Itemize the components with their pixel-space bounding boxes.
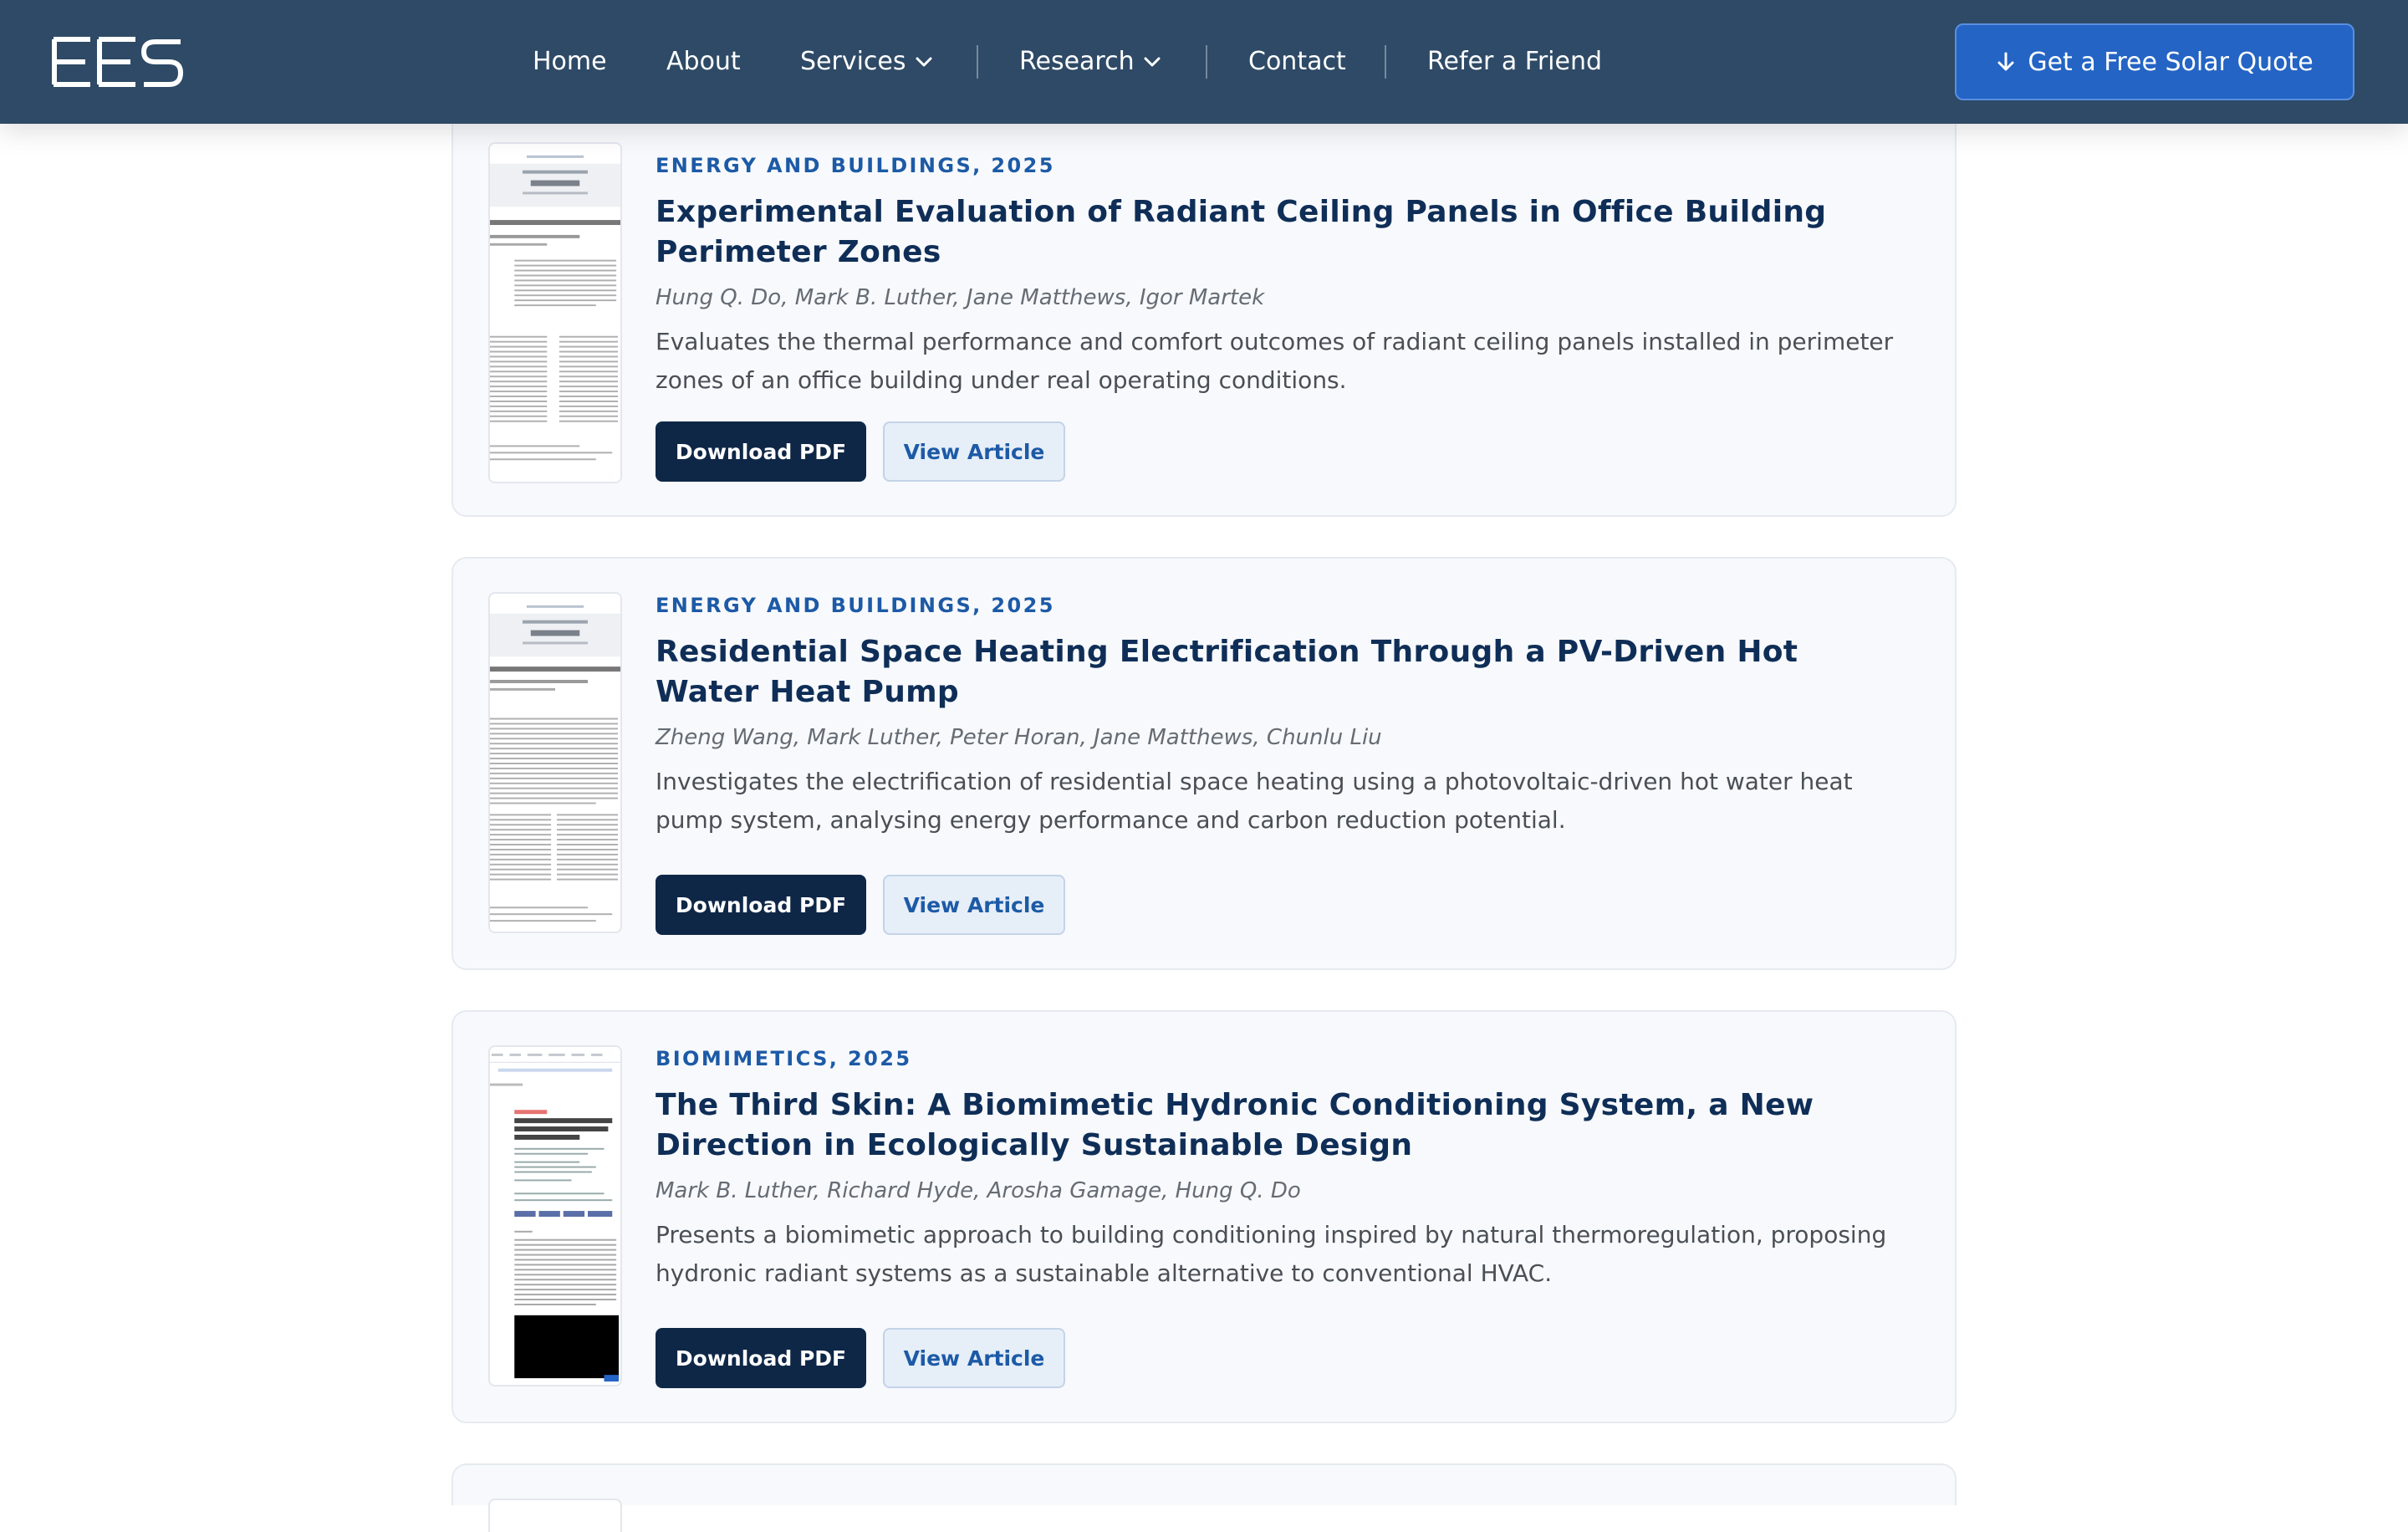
nav-divider — [977, 45, 978, 79]
arrow-down-icon — [1997, 52, 2014, 71]
article-journal: ENERGY AND BUILDINGS, 2025 — [656, 154, 1055, 177]
article-thumbnail[interactable] — [488, 592, 622, 933]
article-authors: Mark B. Luther, Richard Hyde, Arosha Gam… — [656, 1178, 1301, 1203]
nav-about[interactable]: About — [666, 43, 741, 80]
article-actions: Download PDF View Article — [656, 875, 1065, 935]
article-authors: Zheng Wang, Mark Luther, Peter Horan, Ja… — [656, 725, 1382, 750]
get-solar-quote-button[interactable]: Get a Free Solar Quote — [1955, 23, 2354, 100]
paper-preview-image — [490, 594, 620, 932]
view-article-button[interactable]: View Article — [883, 1328, 1065, 1388]
article-body: ENERGY AND BUILDINGS, 2025 Residential S… — [656, 590, 1910, 840]
web-article-preview-image — [490, 1047, 620, 1385]
article-body: BIOMIMETICS, 2025 The Third Skin: A Biom… — [656, 1044, 1910, 1293]
article-title[interactable]: Residential Space Heating Electrificatio… — [656, 632, 1910, 712]
nav-refer-label: Refer a Friend — [1427, 47, 1603, 76]
nav-divider — [1385, 45, 1386, 79]
ees-logo-mark — [52, 37, 184, 87]
article-actions: Download PDF View Article — [656, 1328, 1065, 1388]
article-card: BIOMIMETICS, 2025 The Third Skin: A Biom… — [452, 1010, 1956, 1423]
get-solar-quote-label: Get a Free Solar Quote — [2028, 47, 2314, 77]
ees-logo[interactable] — [52, 37, 184, 87]
article-thumbnail[interactable] — [488, 1045, 622, 1386]
nav-contact[interactable]: Contact — [1248, 43, 1346, 80]
view-article-button[interactable]: View Article — [883, 421, 1065, 482]
article-card: ENERGY AND BUILDINGS, 2025 Experimental … — [452, 94, 1956, 517]
article-description: Investigates the electrification of resi… — [656, 768, 1853, 834]
article-title[interactable]: Experimental Evaluation of Radiant Ceili… — [656, 192, 1910, 273]
article-thumbnail[interactable] — [488, 142, 622, 483]
nav-home-label: Home — [533, 47, 607, 76]
chevron-down-icon — [1144, 57, 1161, 67]
article-description: Presents a biomimetic approach to buildi… — [656, 1221, 1887, 1287]
article-description: Evaluates the thermal performance and co… — [656, 328, 1894, 394]
nav-contact-label: Contact — [1248, 47, 1346, 76]
nav-refer-a-friend[interactable]: Refer a Friend — [1427, 43, 1602, 80]
article-thumbnail[interactable] — [488, 1499, 622, 1532]
download-pdf-button[interactable]: Download PDF — [656, 1328, 866, 1388]
article-card — [452, 1463, 1956, 1532]
nav-research[interactable]: Research — [1019, 43, 1161, 80]
chevron-down-icon — [916, 57, 932, 67]
article-authors: Hung Q. Do, Mark B. Luther, Jane Matthew… — [656, 285, 1265, 310]
article-title[interactable]: The Third Skin: A Biomimetic Hydronic Co… — [656, 1085, 1910, 1166]
article-actions: Download PDF View Article — [656, 421, 1065, 482]
nav-services[interactable]: Services — [800, 43, 933, 80]
article-journal: BIOMIMETICS, 2025 — [656, 1047, 912, 1070]
view-article-button[interactable]: View Article — [883, 875, 1065, 935]
paper-preview-image — [490, 144, 620, 482]
nav-divider — [1206, 45, 1207, 79]
top-navbar: Home About Services Research Contact Ref… — [0, 0, 2408, 124]
nav-services-label: Services — [800, 47, 906, 76]
nav-home[interactable]: Home — [533, 43, 607, 80]
download-pdf-button[interactable]: Download PDF — [656, 875, 866, 935]
article-card: ENERGY AND BUILDINGS, 2025 Residential S… — [452, 557, 1956, 970]
nav-about-label: About — [666, 47, 741, 76]
download-pdf-button[interactable]: Download PDF — [656, 421, 866, 482]
nav-research-label: Research — [1019, 47, 1135, 76]
article-journal: ENERGY AND BUILDINGS, 2025 — [656, 594, 1055, 617]
article-body: ENERGY AND BUILDINGS, 2025 Experimental … — [656, 151, 1910, 400]
